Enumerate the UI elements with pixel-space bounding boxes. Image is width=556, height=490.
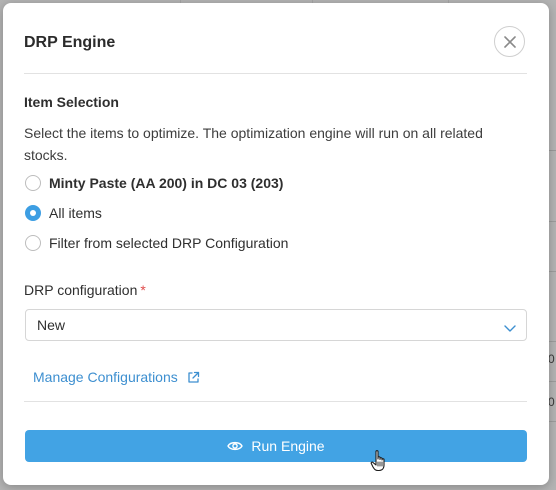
- required-marker: *: [140, 282, 146, 298]
- drp-configuration-select[interactable]: New: [25, 309, 527, 341]
- hand-pointer-cursor-icon: [370, 449, 388, 478]
- background-grid-line: [549, 421, 556, 422]
- eye-icon: [227, 440, 244, 452]
- manage-configurations-link[interactable]: Manage Configurations: [33, 369, 200, 385]
- item-selection-description: Select the items to optimize. The optimi…: [24, 125, 483, 163]
- close-button[interactable]: [494, 26, 525, 57]
- radio-label: Filter from selected DRP Configuration: [49, 235, 289, 251]
- drp-engine-dialog: DRP Engine Item Selection Select the ite…: [3, 3, 549, 485]
- close-icon: [503, 35, 517, 49]
- drp-configuration-value: New: [37, 317, 66, 333]
- external-link-icon: [187, 371, 200, 384]
- background-grid-line: [549, 381, 556, 382]
- radio-button[interactable]: [25, 235, 41, 251]
- radio-button[interactable]: [25, 175, 41, 191]
- footer-divider: [24, 401, 527, 402]
- header-divider: [24, 73, 527, 74]
- chevron-down-icon: [504, 320, 516, 338]
- dialog-title: DRP Engine: [24, 34, 116, 51]
- background-grid-line: [549, 341, 556, 342]
- drp-configuration-label-text: DRP configuration: [24, 282, 138, 298]
- radio-option-filter-configuration[interactable]: Filter from selected DRP Configuration: [25, 234, 288, 252]
- radio-button-selected[interactable]: [25, 205, 41, 221]
- drp-configuration-label: DRP configuration *: [24, 282, 146, 298]
- radio-option-single-item[interactable]: Minty Paste (AA 200) in DC 03 (203): [25, 174, 283, 192]
- item-selection-heading: Item Selection: [24, 94, 119, 110]
- radio-label: Minty Paste (AA 200) in DC 03 (203): [49, 175, 284, 191]
- background-cell-text: 0: [548, 352, 555, 366]
- radio-label: All items: [49, 205, 102, 221]
- background-grid-line: [549, 271, 556, 272]
- run-engine-label: Run Engine: [251, 438, 325, 454]
- run-engine-button[interactable]: Run Engine: [25, 430, 527, 462]
- background-grid-line: [549, 221, 556, 222]
- manage-configurations-label: Manage Configurations: [33, 369, 178, 385]
- radio-option-all-items[interactable]: All items: [25, 204, 102, 222]
- background-grid-line: [549, 150, 556, 151]
- background-cell-text: 0: [548, 395, 555, 409]
